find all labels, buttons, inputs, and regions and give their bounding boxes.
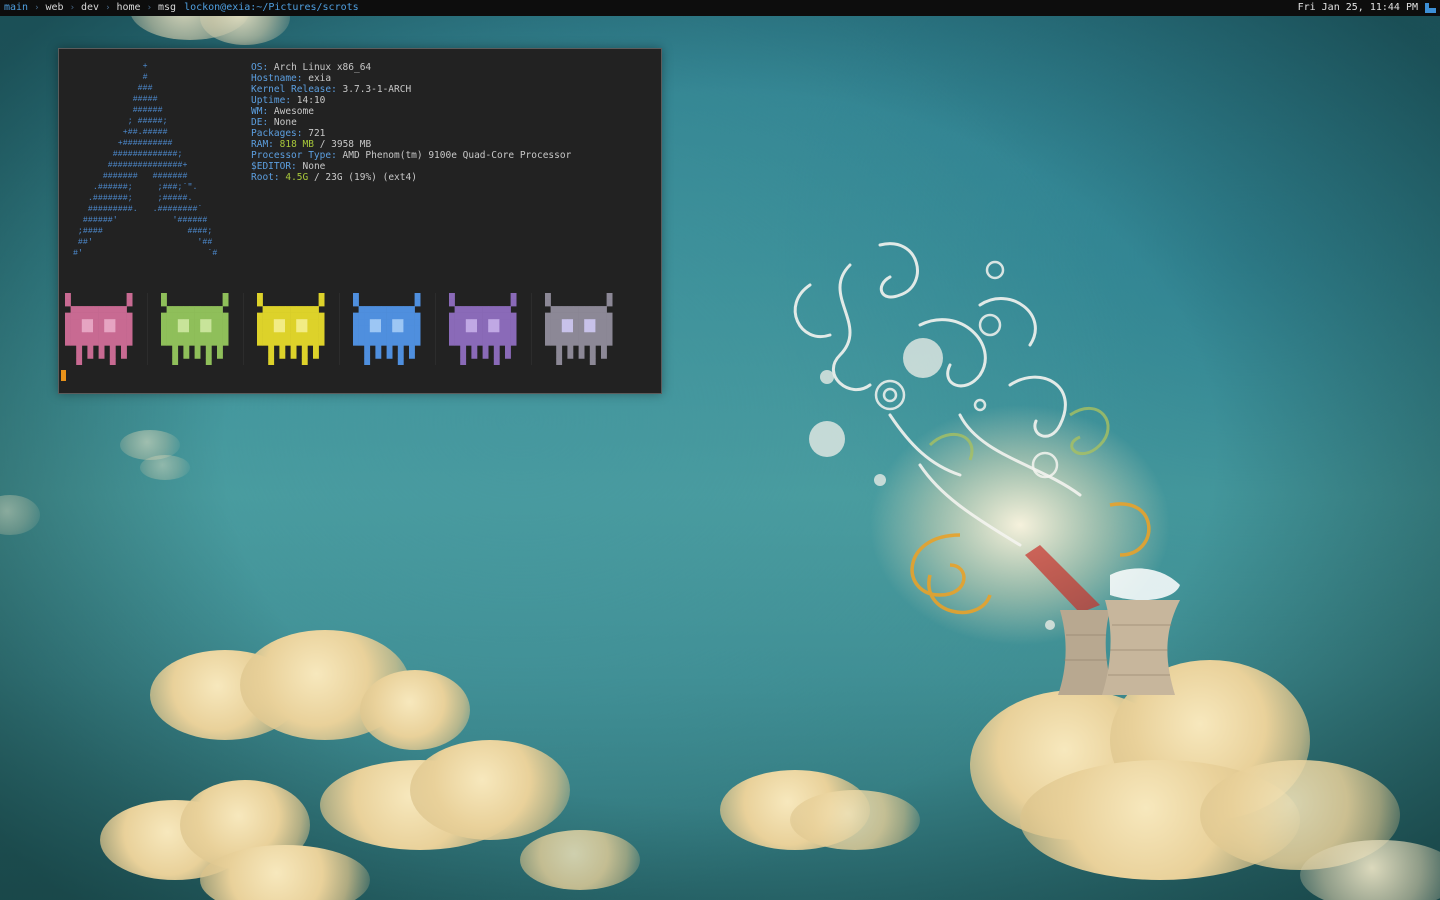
- info-hostname: Hostname: exia: [251, 73, 332, 84]
- info-kernel: Kernel Release: 3.7.3-1-ARCH: [251, 84, 412, 95]
- info-os: OS: Arch Linux x86_64: [251, 62, 372, 73]
- invader-icon: [161, 293, 229, 365]
- info-root: Root: 4.5G / 23G (19%) (ext4): [251, 172, 417, 183]
- arch-ascii-logo: + # ### ##### ###### ; #####; +##.##### …: [72, 62, 218, 258]
- invader-icon: [545, 293, 613, 365]
- info-editor: $EDITOR: None: [251, 161, 326, 172]
- terminal-window[interactable]: + # ### ##### ###### ; #####; +##.##### …: [58, 48, 662, 394]
- chevron-right-icon: ›: [105, 3, 111, 13]
- info-processor: Processor Type: AMD Phenom(tm) 9100e Qua…: [251, 150, 572, 161]
- info-de: DE: None: [251, 117, 297, 128]
- tag-main[interactable]: main: [4, 0, 28, 16]
- info-packages: Packages: 721: [251, 128, 326, 139]
- invader-icon: [353, 293, 421, 365]
- focused-window-title[interactable]: lockon@exia:~/Pictures/scrots: [184, 0, 359, 16]
- terminal-cursor: [61, 370, 66, 381]
- info-ram: RAM: 818 MB / 3958 MB: [251, 139, 372, 150]
- system-info: OS: Arch Linux x86_64 Hostname: exia Kerne…: [251, 62, 571, 183]
- clock[interactable]: Fri Jan 25, 11:44 PM: [1298, 0, 1418, 16]
- tag-dev[interactable]: dev: [81, 0, 99, 16]
- top-status-bar: main › web › dev › home › msg lockon@exi…: [0, 0, 1440, 16]
- info-uptime: Uptime: 14:10: [251, 95, 326, 106]
- invader-icon: [257, 293, 325, 365]
- tag-msg[interactable]: msg: [158, 0, 176, 16]
- invader-icon: [449, 293, 517, 365]
- color-invaders: [65, 293, 645, 365]
- invader-separator: [339, 293, 340, 365]
- wallpaper-artwork: [793, 242, 1180, 695]
- chevron-right-icon: ›: [146, 3, 152, 13]
- invader-icon: [65, 293, 133, 365]
- tag-list: main › web › dev › home › msg lockon@exi…: [4, 0, 359, 16]
- info-wm: WM: Awesome: [251, 106, 314, 117]
- tile-layout-icon[interactable]: [1425, 3, 1436, 13]
- chevron-right-icon: ›: [69, 3, 75, 13]
- invader-separator: [531, 293, 532, 365]
- invader-separator: [435, 293, 436, 365]
- tag-web[interactable]: web: [46, 0, 64, 16]
- invader-separator: [147, 293, 148, 365]
- chevron-right-icon: ›: [34, 3, 40, 13]
- invader-separator: [243, 293, 244, 365]
- tag-home[interactable]: home: [116, 0, 140, 16]
